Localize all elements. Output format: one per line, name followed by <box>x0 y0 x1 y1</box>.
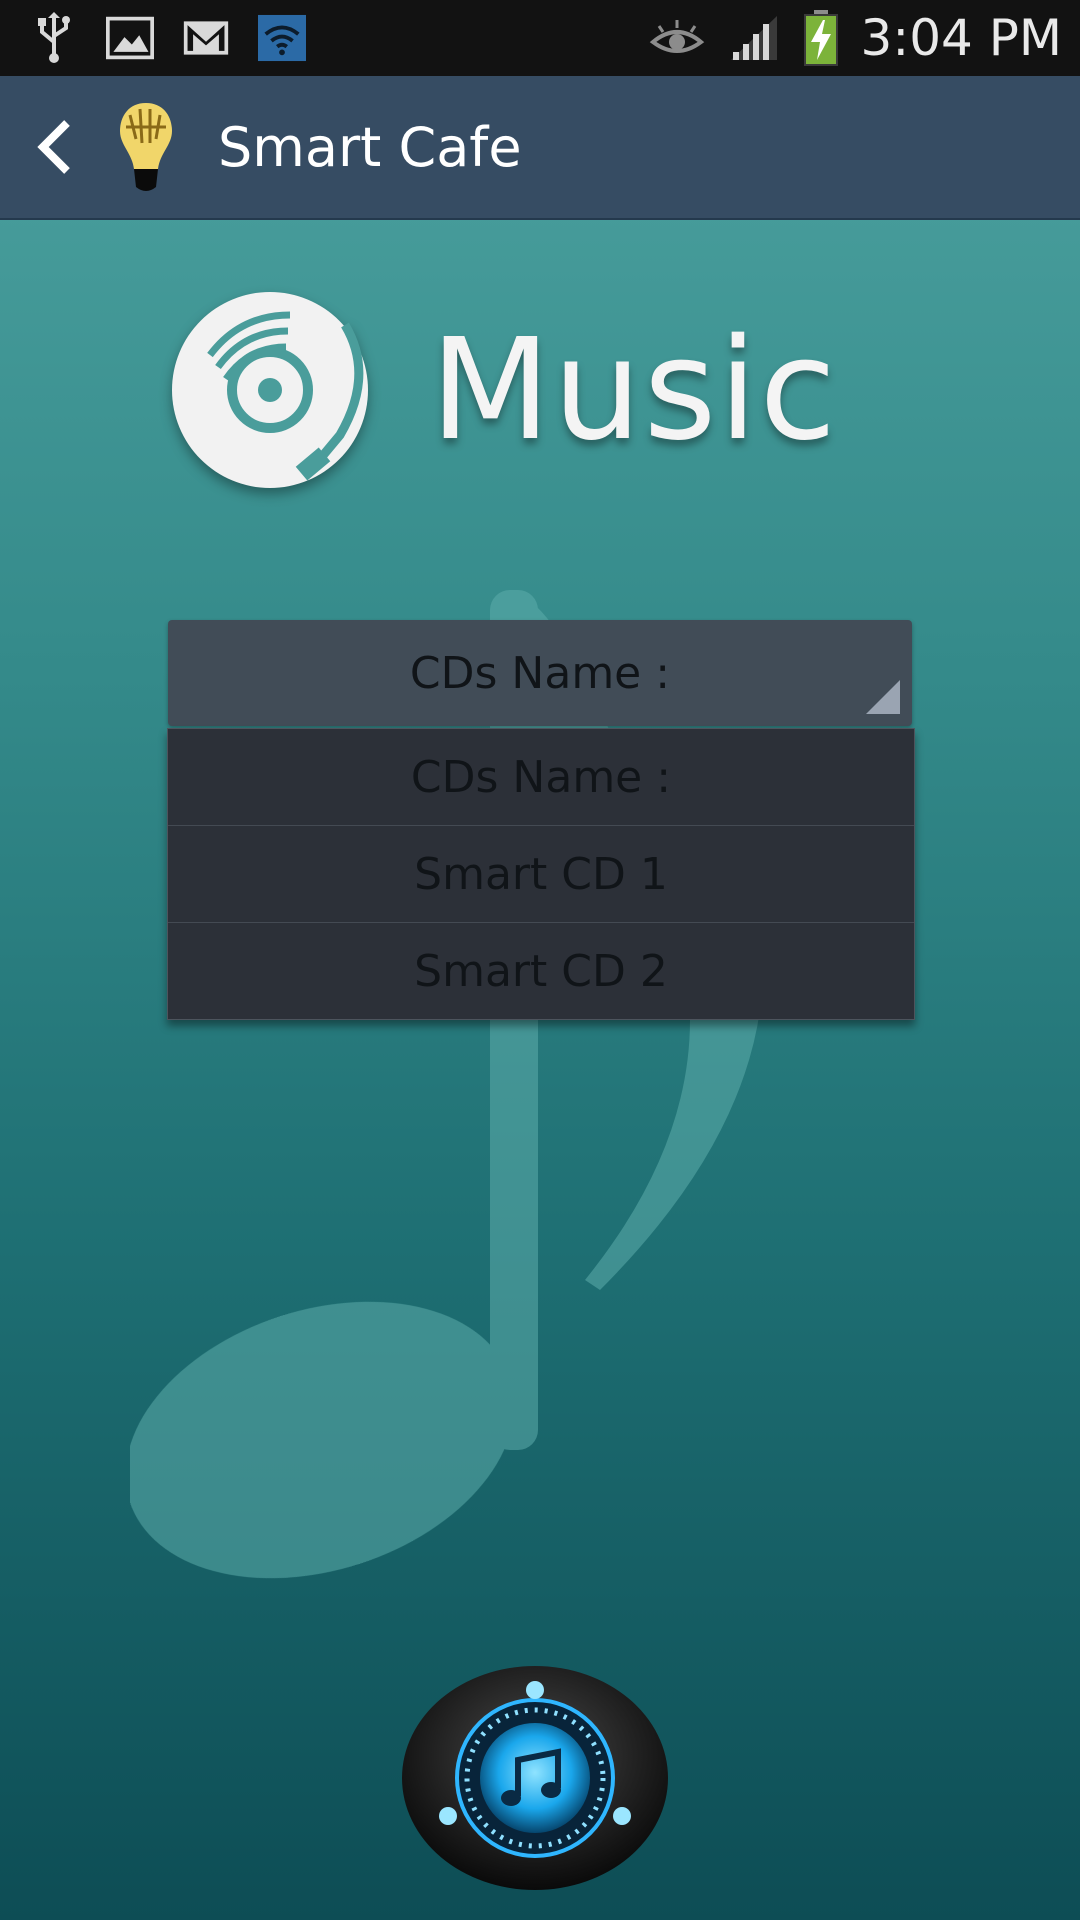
dropdown-triangle-icon <box>866 680 900 714</box>
music-play-button[interactable] <box>400 1656 670 1896</box>
battery-charging-icon <box>801 10 841 66</box>
image-icon <box>106 14 154 62</box>
cd-dropdown-list: CDs Name : Smart CD 1 Smart CD 2 <box>167 728 915 1020</box>
music-header: Music <box>170 290 860 490</box>
vinyl-disc-icon <box>172 292 368 488</box>
action-bar: Smart Cafe <box>0 76 1080 220</box>
eye-icon <box>647 14 707 62</box>
back-arrow-icon <box>37 120 70 174</box>
spinner-selected-value: CDs Name : <box>409 647 671 699</box>
wifi-icon <box>258 14 306 62</box>
lightbulb-logo-icon <box>110 97 182 197</box>
cd-name-spinner[interactable]: CDs Name : <box>168 620 912 726</box>
status-time: 3:04 PM <box>860 9 1062 67</box>
signal-icon <box>727 14 781 62</box>
status-bar: 3:04 PM <box>0 0 1080 76</box>
app-title: Smart Cafe <box>218 115 522 179</box>
back-button[interactable] <box>20 76 90 218</box>
dropdown-item[interactable]: Smart CD 2 <box>168 923 914 1019</box>
dropdown-item[interactable]: Smart CD 1 <box>168 826 914 923</box>
gmail-icon <box>182 14 230 62</box>
music-title: Music <box>430 308 839 472</box>
dropdown-item[interactable]: CDs Name : <box>168 729 914 826</box>
usb-icon <box>30 12 78 63</box>
